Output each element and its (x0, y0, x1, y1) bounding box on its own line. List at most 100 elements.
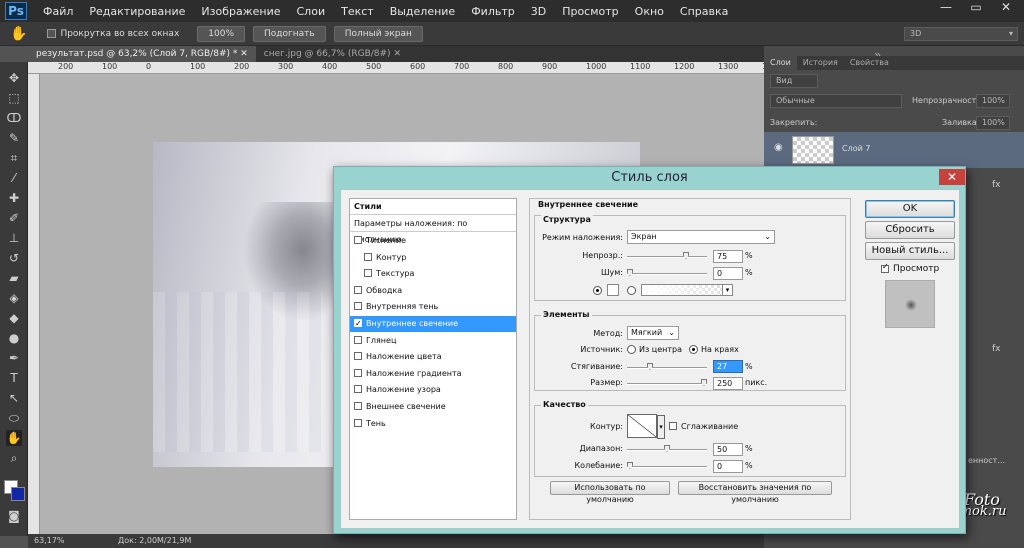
path-select-tool-icon[interactable]: ↖ (6, 390, 22, 406)
hand-tool-icon[interactable]: ✋ (6, 430, 22, 446)
tab-history[interactable]: История (797, 56, 844, 70)
style-item[interactable]: Внутреннее свечение (350, 316, 516, 332)
menu-type[interactable]: Текст (333, 5, 382, 18)
source-edge-label[interactable]: На краях (701, 345, 739, 354)
style-item[interactable]: Текстура (350, 266, 516, 282)
doc-tab-snow[interactable]: снег.jpg @ 66,7% (RGB/8#) ✕ (256, 46, 409, 62)
stamp-tool-icon[interactable]: ⊥ (6, 230, 22, 246)
style-checkbox[interactable] (354, 316, 362, 332)
visibility-eye-icon[interactable]: ◉ (774, 142, 783, 153)
menu-filter[interactable]: Фильтр (463, 5, 523, 18)
ok-button[interactable]: OK (865, 200, 955, 218)
menu-layers[interactable]: Слои (289, 5, 334, 18)
quick-select-tool-icon[interactable]: ✎ (6, 130, 22, 146)
noise-field[interactable]: 0 (713, 267, 743, 280)
close-tab-icon[interactable]: ✕ (240, 49, 248, 59)
choke-field[interactable]: 27 (713, 360, 743, 373)
style-item[interactable]: Наложение цвета (350, 349, 516, 365)
preview-checkbox[interactable] (881, 262, 889, 273)
style-item[interactable]: Обводка (350, 283, 516, 299)
range-slider-thumb[interactable] (664, 445, 670, 452)
menu-view[interactable]: Просмотр (554, 5, 626, 18)
fx-icon[interactable]: fx (992, 344, 1001, 354)
type-tool-icon[interactable]: T (6, 370, 22, 386)
fullscreen-button[interactable]: Полный экран (333, 25, 423, 42)
minimize-button[interactable]: — (932, 0, 960, 16)
scroll-all-windows-checkbox[interactable]: Прокрутка во всех окнах (47, 28, 179, 39)
gradient-radio[interactable] (627, 286, 636, 295)
style-checkbox[interactable] (354, 236, 362, 244)
size-slider-thumb[interactable] (701, 379, 707, 386)
style-checkbox[interactable] (354, 368, 362, 377)
ellipse-tool-icon[interactable]: ⬭ (6, 410, 22, 426)
menu-help[interactable]: Справка (672, 5, 736, 18)
tab-layers[interactable]: Слои (764, 56, 797, 70)
glow-color-swatch[interactable] (607, 284, 619, 296)
blend-mode-select[interactable]: Экран ⌄ (627, 230, 775, 244)
jitter-field[interactable]: 0 (713, 460, 743, 473)
tab-properties[interactable]: Свойства (844, 56, 895, 70)
style-item[interactable]: Наложение градиента (350, 366, 516, 382)
pen-tool-icon[interactable]: ✒ (6, 350, 22, 366)
style-item[interactable]: Внутренняя тень (350, 299, 516, 315)
quick-mask-icon[interactable]: ◙ (6, 508, 22, 524)
menu-image[interactable]: Изображение (193, 5, 288, 18)
layer-name[interactable]: Слой 7 (842, 144, 870, 153)
styles-header[interactable]: Стили (350, 199, 516, 215)
method-select[interactable]: Мягкий ⌄ (627, 326, 679, 340)
antialias-label[interactable]: Сглаживание (681, 422, 738, 431)
close-window-button[interactable]: ✕ (992, 0, 1020, 16)
style-checkbox[interactable] (354, 352, 362, 361)
dodge-tool-icon[interactable]: ● (6, 330, 22, 346)
menu-window[interactable]: Окно (627, 5, 672, 18)
marquee-tool-icon[interactable]: ⬚ (6, 90, 22, 106)
healing-tool-icon[interactable]: ✚ (6, 190, 22, 206)
opacity-slider-thumb[interactable] (683, 252, 689, 259)
jitter-slider-thumb[interactable] (627, 462, 633, 469)
menu-select[interactable]: Выделение (382, 5, 464, 18)
zoom-tool-icon[interactable]: ⌕ (6, 450, 22, 466)
style-item[interactable]: Наложение узора (350, 382, 516, 398)
style-checkbox[interactable] (354, 285, 362, 294)
opacity-field[interactable]: 75 (713, 250, 743, 263)
dialog-close-button[interactable]: ✕ (939, 169, 965, 185)
new-style-button[interactable]: Новый стиль... (865, 242, 955, 260)
doc-tab-result[interactable]: результат.psd @ 63,2% (Слой 7, RGB/8#) *… (28, 46, 256, 62)
menu-3d[interactable]: 3D (523, 5, 554, 18)
style-item[interactable]: Контур (350, 250, 516, 266)
dropdown-arrow-icon[interactable]: ▾ (657, 415, 665, 439)
blur-tool-icon[interactable]: ◆ (6, 310, 22, 326)
style-checkbox[interactable] (354, 402, 362, 410)
move-tool-icon[interactable]: ✥ (6, 70, 22, 86)
solid-color-radio[interactable] (593, 286, 602, 295)
fx-icon[interactable]: fx (992, 180, 1001, 190)
layer-row-selected[interactable]: ◉ Слой 7 (764, 132, 1024, 168)
noise-slider[interactable] (627, 269, 707, 276)
preview-label[interactable]: Просмотр (893, 264, 939, 274)
style-checkbox[interactable] (354, 418, 362, 427)
choke-slider[interactable] (627, 363, 707, 370)
style-item[interactable]: Тиснение (350, 233, 516, 249)
dropdown-arrow-icon[interactable]: ▾ (722, 285, 732, 295)
opacity-slider[interactable] (627, 252, 707, 259)
lasso-tool-icon[interactable]: ↀ (6, 110, 22, 126)
eyedropper-tool-icon[interactable]: ⁄ (6, 170, 22, 186)
choke-slider-thumb[interactable] (647, 363, 653, 370)
zoom-100-button[interactable]: 100% (197, 25, 246, 42)
style-checkbox[interactable] (364, 252, 372, 261)
layer-opacity-field[interactable]: 100% (976, 94, 1010, 108)
crop-tool-icon[interactable]: ⌗ (6, 150, 22, 166)
style-item[interactable]: Внешнее свечение (350, 399, 516, 415)
style-item[interactable]: Глянец (350, 333, 516, 349)
zoom-readout[interactable]: 63,17% (34, 536, 65, 545)
noise-slider-thumb[interactable] (627, 269, 633, 276)
fit-screen-button[interactable]: Подогнать (253, 25, 326, 42)
blending-options-item[interactable]: Параметры наложения: по умолчанию (350, 216, 516, 244)
cancel-button[interactable]: Сбросить (865, 221, 955, 239)
size-field[interactable]: 250 (713, 377, 743, 390)
layer-blend-select[interactable]: Обычные (770, 94, 902, 108)
reset-to-default-button[interactable]: Восстановить значения по умолчанию (678, 481, 832, 504)
range-slider[interactable] (627, 445, 707, 452)
close-tab-icon[interactable]: ✕ (393, 49, 401, 59)
make-default-button[interactable]: Использовать по умолчанию (550, 481, 670, 504)
